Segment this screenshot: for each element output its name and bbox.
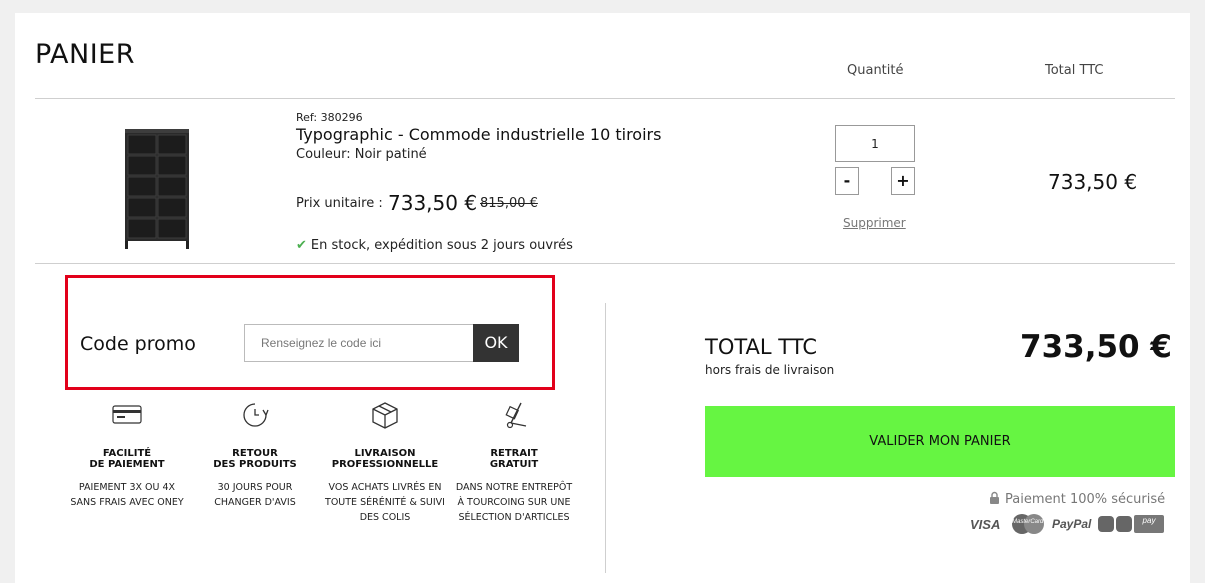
feature-pickup: RETRAIT GRATUIT DANS NOTRE ENTREPÔT À TO… [449,398,579,525]
feature-payment: FACILITÉ DE PAIEMENT PAIEMENT 3X OU 4X S… [62,398,192,510]
product-ref: Ref: 380296 [296,111,363,124]
feature-returns: RETOUR DES PRODUITS 30 JOURS POUR CHANGE… [190,398,320,510]
quantity-input[interactable]: 1 [835,125,915,162]
product-divider [35,263,1175,264]
lock-icon [989,491,1000,508]
feature-delivery: LIVRAISON PROFESSIONNELLE VOS ACHATS LIV… [320,398,450,525]
payment-logo: pay [1134,513,1164,535]
promo-code-input[interactable]: Renseignez le code ici [244,324,474,362]
header-divider [35,98,1175,99]
quantity-column-header: Quantité [847,63,904,78]
package-box-icon [320,398,450,432]
total-column-header: Total TTC [1045,63,1104,78]
unit-price-label: Prix unitaire : [296,196,383,211]
paypal-logo: PayPal [1052,517,1092,531]
remove-item-link[interactable]: Supprimer [843,216,906,230]
product-image[interactable] [87,113,227,253]
check-icon: ✔ [296,238,307,253]
line-total: 733,50 € [1048,170,1138,194]
hand-truck-icon [449,398,579,432]
feature-desc: PAIEMENT 3X OU 4X SANS FRAIS AVEC ONEY [70,482,184,508]
feature-title: FACILITÉ DE PAIEMENT [89,448,165,470]
product-color: Couleur: Noir patiné [296,147,427,162]
old-price: 815,00 € [480,196,538,211]
increase-quantity-button[interactable]: + [891,167,915,195]
feature-desc: DANS NOTRE ENTREPÔT À TOURCOING SUR UNE … [455,482,573,523]
feature-desc: VOS ACHATS LIVRÉS EN TOUTE SÉRÉNITÉ & SU… [325,482,445,523]
feature-desc: 30 JOURS POUR CHANGER D'AVIS [214,482,296,508]
validate-cart-button[interactable]: VALIDER MON PANIER [705,406,1175,477]
credit-card-icon [62,398,192,432]
vertical-divider [605,303,606,573]
feature-title: RETRAIT GRATUIT [489,448,539,470]
cart-panel: PANIER Quantité Total TTC Ref: 380296 Ty… [15,13,1190,583]
unit-price: 733,50 € [388,191,478,215]
total-amount: 733,50 € [1020,329,1172,365]
promo-label: Code promo [80,333,196,355]
feature-title: LIVRAISON PROFESSIONNELLE [331,448,439,470]
visa-logo: VISA [970,516,1001,532]
card-logo [1098,513,1132,535]
total-label: TOTAL TTC [705,335,818,359]
product-name[interactable]: Typographic - Commode industrielle 10 ti… [296,125,661,144]
decrease-quantity-button[interactable]: - [835,167,859,195]
secure-text: Paiement 100% sécurisé [1005,492,1166,507]
return-clock-icon [190,398,320,432]
feature-title: RETOUR DES PRODUITS [213,448,297,470]
secure-payment-note: Paiement 100% sécurisé [989,491,1165,508]
promo-ok-button[interactable]: OK [473,324,519,362]
page-title: PANIER [35,39,136,70]
stock-status: ✔ En stock, expédition sous 2 jours ouvr… [296,238,573,253]
mastercard-logo: MasterCard [1008,513,1048,535]
total-subtext: hors frais de livraison [705,363,835,377]
stock-text: En stock, expédition sous 2 jours ouvrés [310,238,573,253]
